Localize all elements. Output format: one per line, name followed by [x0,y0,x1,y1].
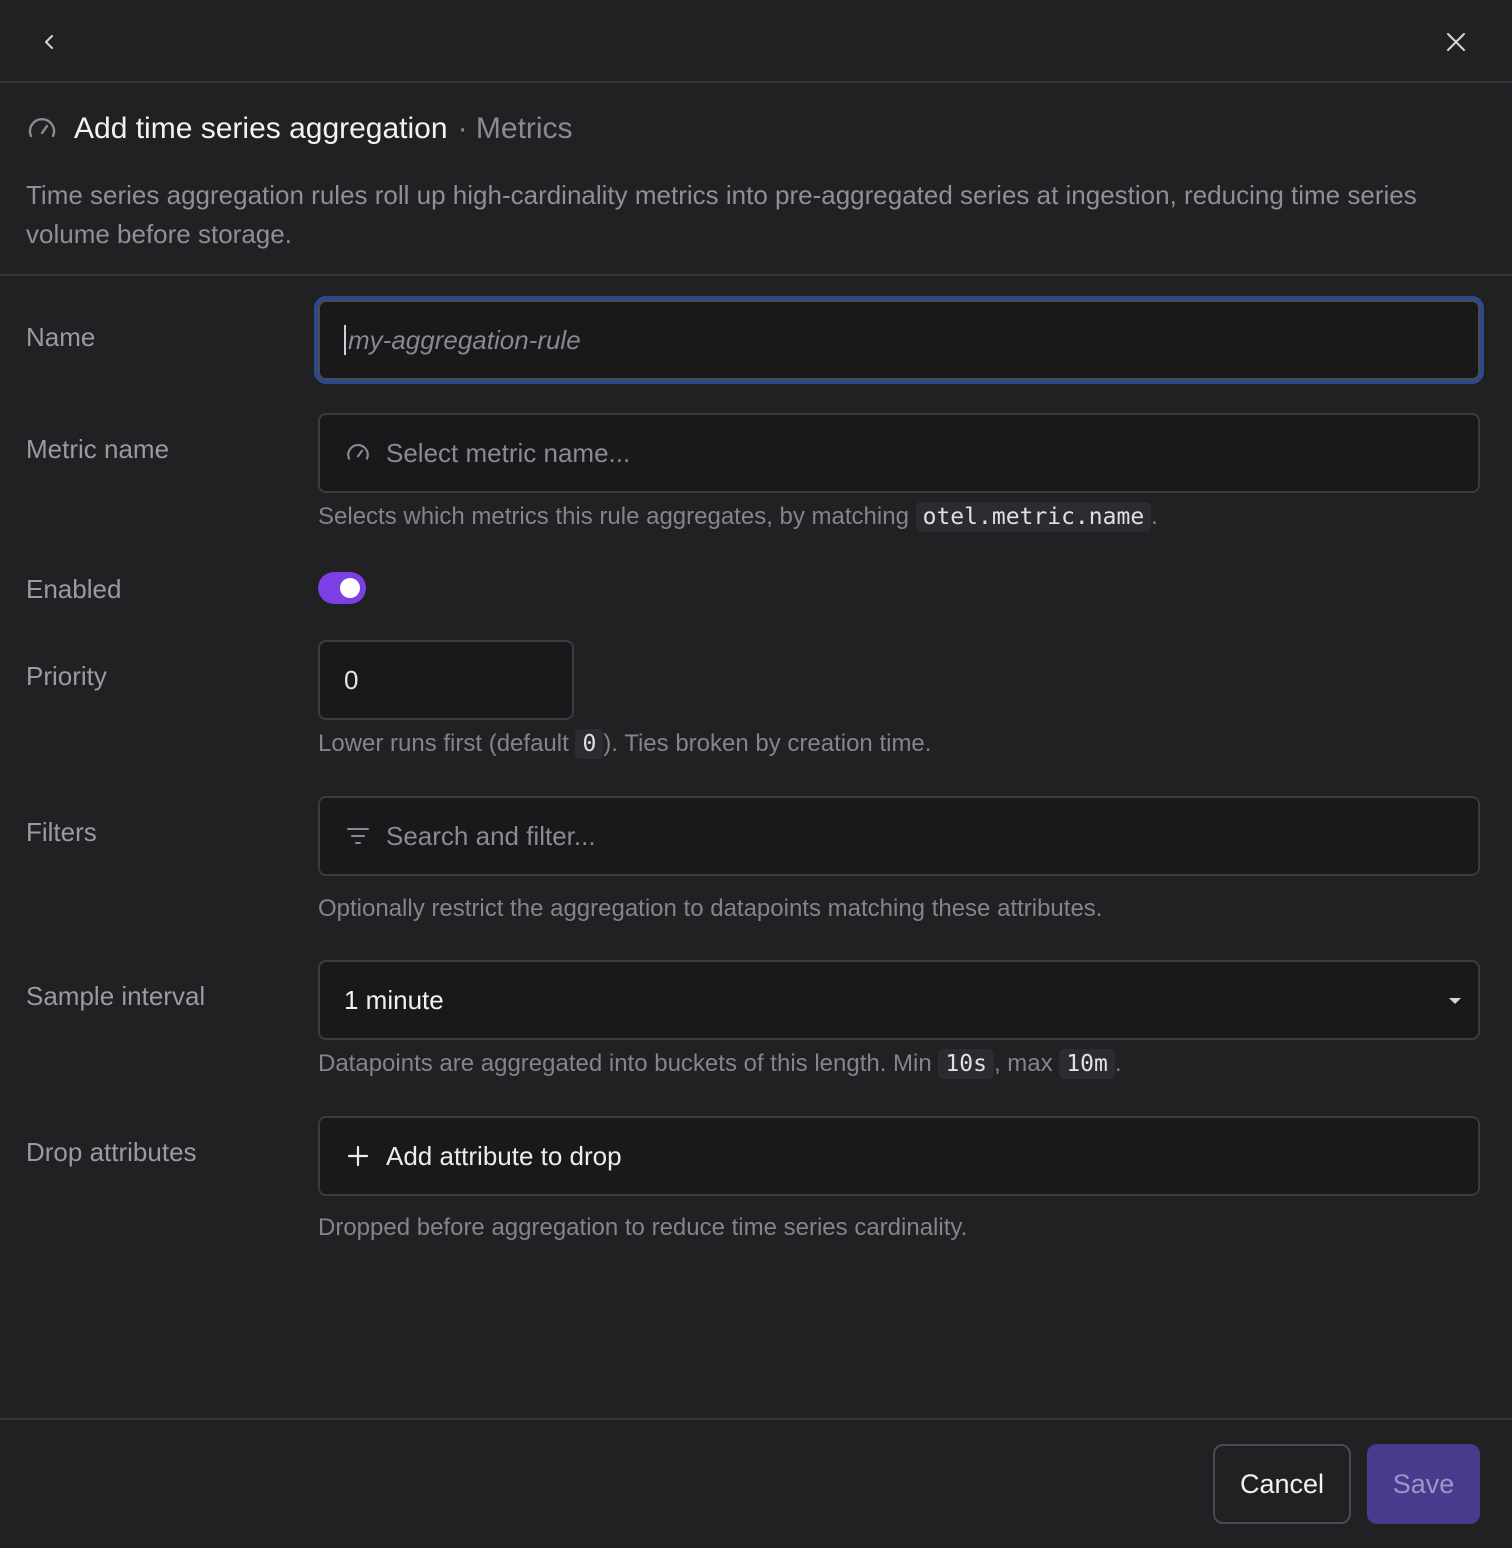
divider [0,1418,1512,1420]
code-snippet: 10s [938,1049,994,1079]
sample-interval-select[interactable]: 1 minute [318,960,1480,1040]
close-icon [1447,33,1465,51]
top-bar [0,0,1512,83]
plus-icon [344,1142,372,1170]
filters-search-input[interactable]: Search and filter... [318,796,1480,876]
priority-label: Priority [26,661,107,691]
dialog-header: Add time series aggregation · Metrics Ti… [26,108,1486,254]
drop-attributes-help: Dropped before aggregation to reduce tim… [318,1214,968,1241]
priority-input[interactable]: 0 [318,640,574,720]
name-input[interactable]: my-aggregation-rule [318,300,1480,380]
caret-down-icon [1449,998,1461,1004]
metric-name-select[interactable]: Select metric name... [318,413,1480,493]
divider [0,274,1512,276]
chevron-left-icon [45,35,53,49]
text-caret [344,325,346,355]
filter-icon [344,822,372,850]
name-placeholder: my-aggregation-rule [348,324,581,355]
sample-interval-value: 1 minute [344,984,444,1015]
metric-name-help: Selects which metrics this rule aggregat… [318,502,1158,532]
filters-placeholder: Search and filter... [386,820,596,851]
back-button[interactable] [32,24,68,60]
metric-name-label: Metric name [26,434,170,464]
metric-name-placeholder: Select metric name... [386,437,631,468]
gauge-icon [26,113,58,145]
add-attribute-button[interactable]: Add attribute to drop [318,1116,1480,1196]
enabled-toggle[interactable] [318,572,366,604]
filters-label: Filters [26,817,97,847]
cancel-button[interactable]: Cancel [1213,1444,1351,1524]
close-button[interactable] [1438,24,1474,60]
add-attribute-label: Add attribute to drop [386,1140,622,1171]
save-button[interactable]: Save [1367,1444,1480,1524]
name-label: Name [26,322,96,352]
code-snippet: 0 [575,729,604,759]
breadcrumb: · Metrics [457,112,573,145]
sample-interval-label: Sample interval [26,981,206,1011]
toggle-knob [340,578,360,598]
drop-attributes-label: Drop attributes [26,1137,197,1167]
sample-interval-help: Datapoints are aggregated into buckets o… [318,1049,1122,1079]
code-snippet: 10m [1059,1049,1115,1079]
filters-help: Optionally restrict the aggregation to d… [318,895,1103,922]
page-title: Add time series aggregation [74,112,448,145]
page-description: Time series aggregation rules roll up hi… [26,180,1417,249]
gauge-icon [344,439,372,467]
priority-help: Lower runs first (default 0). Ties broke… [318,729,932,759]
enabled-label: Enabled [26,574,122,604]
code-snippet: otel.metric.name [915,502,1152,532]
